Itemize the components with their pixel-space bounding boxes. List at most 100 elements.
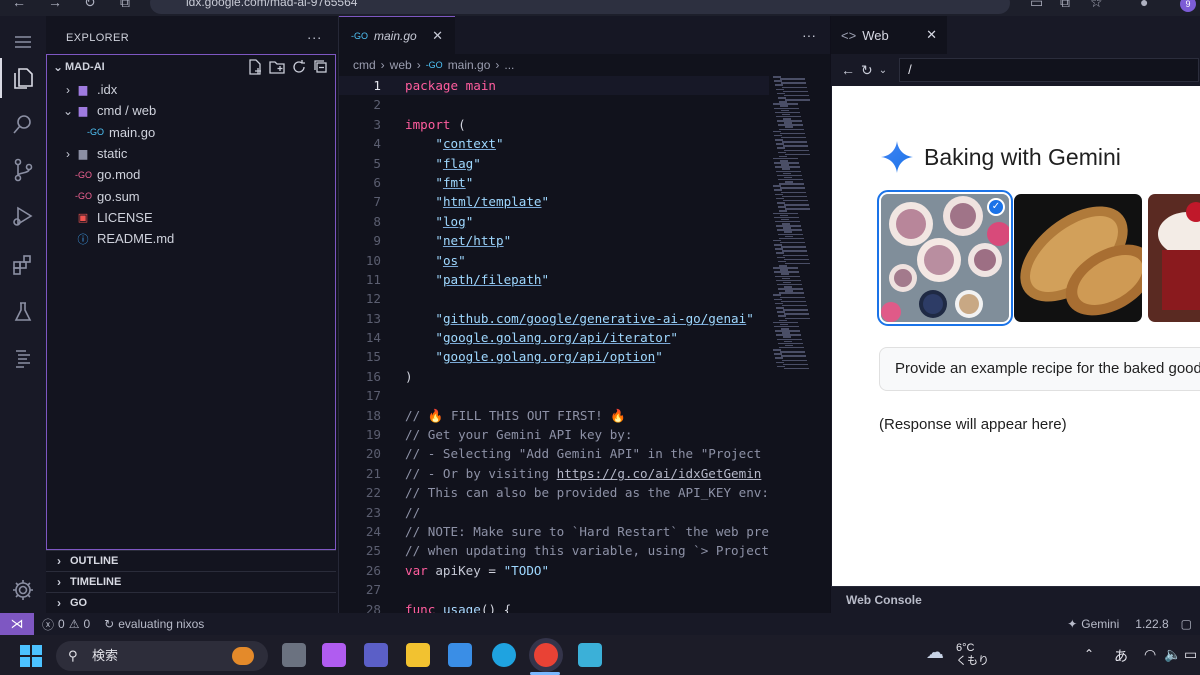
code-line[interactable]: 4 "context" (339, 134, 769, 153)
source-control-icon[interactable] (9, 156, 37, 184)
chrome-icon[interactable] (534, 643, 558, 667)
code-line[interactable]: 15 "google.golang.org/api/option" (339, 347, 769, 366)
weather-widget[interactable]: ☁ 6°C くもり (926, 642, 989, 668)
tree-item-idx[interactable]: › ▆ .idx (47, 79, 335, 100)
go-version[interactable]: 1.22.8 (1135, 617, 1168, 631)
run-debug-icon[interactable] (9, 202, 37, 230)
code-line[interactable]: 1 package main (339, 76, 769, 96)
taskbar-search[interactable]: ⚲ 検索 (56, 641, 268, 671)
battery-icon[interactable]: ▭ (1184, 646, 1197, 663)
image-option-bread[interactable] (1014, 194, 1142, 322)
notifications-icon[interactable]: ▢ (1181, 617, 1192, 631)
edge-icon[interactable] (492, 643, 516, 667)
code-line[interactable]: 17 (339, 386, 769, 405)
image-option-cupcake[interactable] (1148, 194, 1200, 322)
task-view-icon[interactable] (282, 643, 306, 667)
explorer-files-icon[interactable] (0, 58, 37, 98)
close-icon[interactable]: ✕ (926, 27, 937, 43)
tab-main-go[interactable]: -GO main.go ✕ (339, 16, 455, 54)
preview-address-input[interactable]: / (899, 58, 1200, 82)
back-arrow-icon[interactable]: ← (841, 62, 855, 78)
code-line[interactable]: 14 "google.golang.org/api/iterator" (339, 328, 769, 347)
editor-more-button[interactable]: ··· (802, 16, 816, 54)
breadcrumb-item[interactable]: cmd (353, 58, 376, 72)
forward-icon[interactable]: → (48, 0, 62, 10)
outline-list-icon[interactable] (9, 344, 37, 372)
windows-start-icon[interactable] (20, 645, 42, 667)
reload-icon[interactable]: ↻ (861, 62, 873, 79)
tab-web[interactable]: <> Web ✕ (831, 16, 947, 54)
tree-item-go-mod[interactable]: -GO go.mod (47, 164, 335, 185)
code-line[interactable]: 24 // NOTE: Make sure to `Hard Restart` t… (339, 522, 769, 541)
volume-icon[interactable]: 🔈 (1164, 646, 1181, 663)
code-line[interactable]: 6 "fmt" (339, 173, 769, 192)
tabs-icon[interactable]: ⧉ (120, 0, 130, 11)
tree-item-license[interactable]: ▣ LICENSE (47, 207, 335, 228)
code-line[interactable]: 9 "net/http" (339, 231, 769, 250)
tree-item-cmd-web[interactable]: ⌄ ▆ cmd / web (47, 100, 335, 121)
code-line[interactable]: 8 "log" (339, 212, 769, 231)
install-icon[interactable]: ⧉ (1060, 0, 1070, 11)
code-line[interactable]: 27 (339, 580, 769, 599)
breadcrumb-item[interactable]: main.go (448, 58, 491, 72)
code-line[interactable]: 28 func usage() { (339, 600, 769, 613)
browser-url-bar[interactable]: idx.google.com/mad-ai-9765564 (150, 0, 1010, 14)
close-icon[interactable]: ✕ (432, 28, 443, 44)
code-line[interactable]: 21 // - Or by visiting https://g.co/ai/id… (339, 464, 769, 483)
remote-indicator-icon[interactable]: ⋊ (0, 613, 34, 635)
code-line[interactable]: 7 "html/template" (339, 192, 769, 211)
tree-item-main-go[interactable]: -GO main.go (47, 122, 335, 143)
new-folder-icon[interactable] (269, 59, 285, 75)
code-line[interactable]: 11 "path/filepath" (339, 270, 769, 289)
extensions-icon[interactable] (9, 250, 37, 278)
teams-icon[interactable] (364, 643, 388, 667)
collapse-all-icon[interactable] (313, 59, 329, 75)
image-option-blueberry-pies[interactable]: ✓ (877, 190, 1013, 326)
reload-icon[interactable]: ↻ (84, 0, 96, 11)
settings-gear-icon[interactable] (9, 576, 37, 604)
search-icon[interactable] (9, 110, 37, 138)
code-line[interactable]: 2 (339, 95, 769, 114)
menu-icon[interactable] (9, 28, 37, 56)
tree-item-readme[interactable]: ⓘ README.md (47, 228, 335, 249)
chevron-down-icon[interactable]: ⌄ (879, 65, 887, 76)
code-line[interactable]: 19 // Get your Gemini API key by: (339, 425, 769, 444)
back-icon[interactable]: ← (12, 0, 26, 10)
file-explorer-icon[interactable] (406, 643, 430, 667)
breadcrumb-item[interactable]: ... (504, 58, 514, 72)
code-line[interactable]: 10 "os" (339, 251, 769, 270)
new-file-icon[interactable] (247, 59, 263, 75)
code-line[interactable]: 18 // 🔥 FILL THIS OUT FIRST! 🔥 (339, 406, 769, 425)
tree-item-go-sum[interactable]: -GO go.sum (47, 185, 335, 206)
code-line[interactable]: 22 // This can also be provided as the AP… (339, 483, 769, 502)
problems-indicator[interactable]: ⓧ 0 ⚠ 0 (42, 616, 90, 633)
microsoft-store-icon[interactable] (448, 643, 472, 667)
section-go[interactable]: › GO (46, 592, 336, 613)
code-line[interactable]: 3 import ( (339, 115, 769, 134)
web-console-toggle[interactable]: Web Console (831, 586, 1200, 613)
minimap[interactable] (771, 76, 831, 376)
code-line[interactable]: 20 // - Selecting "Add Gemini API" in the… (339, 444, 769, 463)
explorer-more-button[interactable]: ··· (307, 29, 322, 45)
section-outline[interactable]: › OUTLINE (46, 550, 336, 571)
profile-icon[interactable]: ● (1140, 0, 1148, 10)
wifi-icon[interactable]: ◠ (1144, 646, 1156, 663)
code-line[interactable]: 5 "flag" (339, 154, 769, 173)
bookmark-star-icon[interactable]: ☆ (1090, 0, 1103, 11)
project-header[interactable]: ⌄ MAD-AI (47, 55, 335, 79)
cast-icon[interactable]: ▭ (1030, 0, 1043, 11)
task-status[interactable]: ↻ evaluating nixos (104, 617, 204, 631)
testing-flask-icon[interactable] (9, 298, 37, 326)
code-line[interactable]: 23 // (339, 503, 769, 522)
gemini-status[interactable]: ✦ Gemini (1067, 617, 1119, 631)
code-line[interactable]: 12 (339, 289, 769, 308)
section-timeline[interactable]: › TIMELINE (46, 571, 336, 592)
tree-item-static[interactable]: › ▆ static (47, 143, 335, 164)
code-line[interactable]: 25 // when updating this variable, using … (339, 541, 769, 560)
code-area[interactable]: 1 package main 2 3 import (4 "context" 5 "fla… (339, 76, 769, 613)
prompt-input[interactable]: Provide an example recipe for the baked … (879, 347, 1200, 391)
code-line[interactable]: 16) (339, 367, 769, 386)
breadcrumb-item[interactable]: web (390, 58, 412, 72)
code-line[interactable]: 13 "github.com/google/generative-ai-go/g… (339, 309, 769, 328)
ime-indicator[interactable]: あ (1114, 646, 1128, 666)
